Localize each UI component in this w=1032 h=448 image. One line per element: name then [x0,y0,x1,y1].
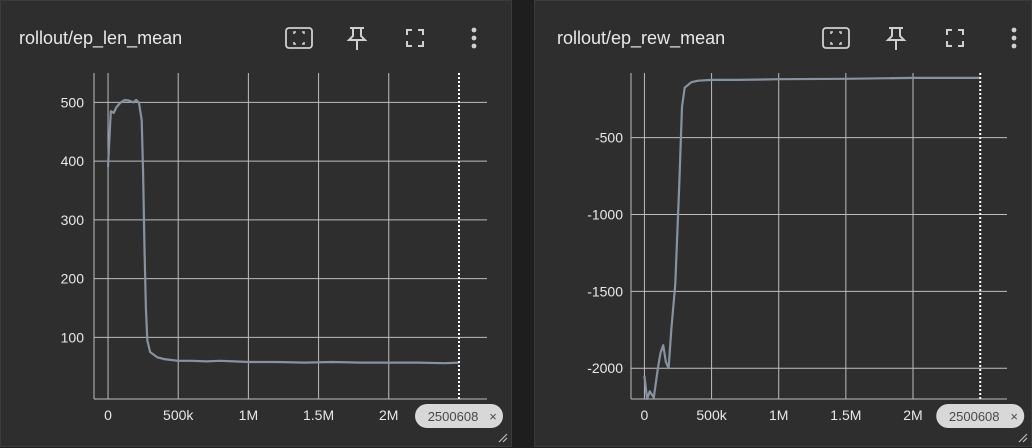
x-tick-label: 1M [769,407,788,423]
series-line [643,76,981,401]
step-badge-label: 2500608 [428,409,479,424]
y-tick-label: 400 [61,153,85,169]
y-tick-label: -2000 [587,360,623,376]
x-tick-label: 500k [696,407,727,423]
y-tick-label: 200 [61,271,85,287]
x-tick-label: 1.5M [303,407,334,423]
close-icon[interactable]: × [489,409,497,424]
y-tick-label: -500 [595,130,623,146]
y-tick-label: 300 [61,212,85,228]
resize-handle-icon[interactable] [1018,433,1028,443]
series-line [106,98,459,365]
x-tick-label: 1M [239,407,258,423]
step-cursor-badge[interactable]: 2500608 × [415,404,504,428]
x-tick-label: 0 [641,407,649,423]
chart-card-ep-rew-mean: rollout/ep_rew_mean -500 -1000 -1500 -2000 0… [534,0,1032,447]
x-tick-label: 1.5M [830,407,861,423]
close-icon[interactable]: × [1010,409,1018,424]
step-badge-label: 2500608 [949,409,1000,424]
x-tick-label: 2M [379,407,398,423]
y-tick-label: -1000 [587,206,623,222]
x-tick-label: 0 [104,407,112,423]
step-cursor-badge[interactable]: 2500608 × [936,404,1025,428]
x-tick-label: 2M [903,407,922,423]
y-tick-label: -1500 [587,283,623,299]
chart-card-ep-len-mean: rollout/ep_len_mean 100 200 300 400 500 0 500k… [0,0,512,447]
line-chart-ep-rew-mean[interactable]: -500 -1000 -1500 -2000 0 500k 1M 1.5M 2M 2500608 × [535,1,1032,448]
line-chart-ep-len-mean[interactable]: 100 200 300 400 500 0 500k 1M 1.5M 2M 2500608 × [1,1,513,448]
resize-handle-icon[interactable] [498,433,508,443]
y-tick-label: 500 [61,94,85,110]
x-tick-label: 500k [163,407,194,423]
y-tick-label: 100 [61,329,85,345]
